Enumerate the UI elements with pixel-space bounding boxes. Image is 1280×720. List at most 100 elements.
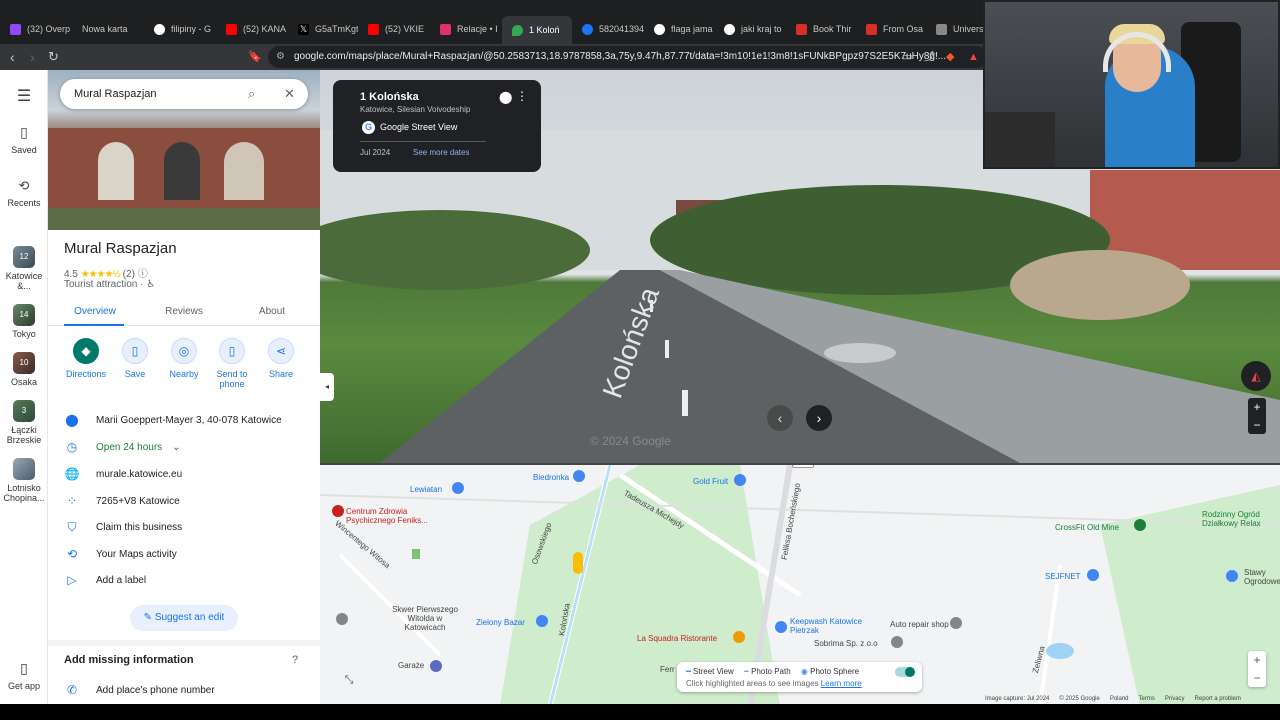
hospital-pin-icon[interactable] <box>332 505 344 517</box>
map-label[interactable]: SEJFNET <box>1045 572 1081 581</box>
browser-tab[interactable]: Book Thir <box>786 18 856 40</box>
street-view-toggle[interactable] <box>895 667 915 677</box>
reload-icon[interactable]: ↻ <box>48 48 59 66</box>
site-settings-icon[interactable]: ⚙ <box>276 46 285 68</box>
recent-place-osaka[interactable]: 10 Osaka <box>0 352 48 387</box>
browser-tab[interactable]: flaga jama <box>644 18 714 40</box>
gym-pin-icon[interactable] <box>1134 519 1146 531</box>
map-label[interactable]: Keepwash Katowice Pietrzak <box>790 617 870 635</box>
tab-about[interactable]: About <box>227 306 317 317</box>
chevron-down-icon[interactable]: ⌄ <box>172 442 180 453</box>
map-label[interactable]: Centrum Zdrowia Psychicznego Feniks... <box>346 507 441 525</box>
map-label[interactable]: Gold Fruit <box>693 477 728 486</box>
search-input[interactable]: Mural Raspazjan ⌕ ✕ <box>60 79 308 109</box>
map-zoom-control[interactable]: + − <box>1248 651 1266 687</box>
browser-tab[interactable]: 582041394 <box>572 18 644 40</box>
add-label-row[interactable]: ▷ Add a label <box>48 567 320 593</box>
browser-tab[interactable]: (32) Overp <box>0 18 72 40</box>
browser-tab[interactable]: filipiny - G <box>144 18 216 40</box>
carwash-pin-icon[interactable] <box>775 621 787 633</box>
next-image-button[interactable]: › <box>806 405 832 431</box>
zoom-out-icon[interactable]: − <box>1248 416 1266 434</box>
saved-button[interactable]: ▯ Saved <box>0 124 48 155</box>
collapse-panel-button[interactable]: ◂ <box>320 373 334 401</box>
share-button[interactable]: ⋖ Share <box>257 338 305 379</box>
business-pin-icon[interactable] <box>1226 570 1238 582</box>
map-label[interactable]: Zielony Bazar <box>476 618 525 627</box>
business-pin-icon[interactable] <box>950 617 962 629</box>
directions-button[interactable]: ◆ Directions <box>62 338 110 379</box>
expand-map-icon[interactable]: ⤡ <box>340 671 358 689</box>
send-to-phone-button[interactable]: ▯ Send to phone <box>208 338 256 389</box>
place-rating[interactable]: 4.5 ★★★★½ (2) ⓘ <box>64 265 148 280</box>
close-icon[interactable]: ✕ <box>284 79 295 109</box>
see-more-dates-link[interactable]: See more dates <box>413 148 469 157</box>
map-label[interactable]: CrossFit Old Mine <box>1055 523 1119 532</box>
url-input[interactable]: ⚙ google.com/maps/place/Mural+Raspazjan/… <box>268 46 988 68</box>
browser-tab[interactable]: (52) VKIE <box>358 18 430 40</box>
previous-image-button[interactable]: ‹ <box>767 405 793 431</box>
nearby-button[interactable]: ◎ Nearby <box>160 338 208 379</box>
browser-tab-active[interactable]: 1 Koloń✕ <box>502 16 572 44</box>
browser-tab[interactable]: jaki kraj to <box>714 18 786 40</box>
hours-row[interactable]: ◷ Open 24 hours ⌄ <box>48 434 320 460</box>
forward-icon[interactable]: › <box>30 48 35 66</box>
recents-button[interactable]: ⟲ Recents <box>0 178 48 208</box>
pegman-icon[interactable] <box>573 552 583 574</box>
map-label[interactable]: La Squadra Ristorante <box>637 634 717 643</box>
restaurant-pin-icon[interactable] <box>733 631 745 643</box>
recent-place-lotnisko[interactable]: Lotnisko Chopina... <box>0 458 48 503</box>
map-label[interactable]: Garaże <box>398 661 424 670</box>
map-label[interactable]: Sobrima Sp. z o.o <box>814 639 878 648</box>
bookmark-icon[interactable]: 🔖 <box>248 48 262 66</box>
browser-tab[interactable]: (52) KANA <box>216 18 288 40</box>
get-app-button[interactable]: ▯ Get app <box>0 660 48 691</box>
recent-place-katowice[interactable]: 12 Katowice &... <box>0 246 48 291</box>
resize-handle[interactable] <box>792 465 814 468</box>
brave-shield-icon[interactable]: ◆ <box>946 48 954 66</box>
shop-pin-icon[interactable] <box>452 482 464 494</box>
shop-pin-icon[interactable] <box>573 470 585 482</box>
tab-overview[interactable]: Overview <box>50 306 140 317</box>
plus-code-row[interactable]: ⁘ 7265+V8 Katowice <box>48 488 320 514</box>
more-options-icon[interactable]: ⋮ <box>516 89 528 103</box>
add-phone-row[interactable]: ✆ Add place's phone number <box>48 677 320 703</box>
browser-tab[interactable]: 𝕏 G5aTmKgt <box>288 18 358 40</box>
map-label[interactable]: Lewiatan <box>410 485 442 494</box>
learn-more-link[interactable]: Learn more <box>821 679 862 688</box>
cursor-target-marker[interactable] <box>824 343 896 363</box>
claim-business-row[interactable]: ⛉ Claim this business <box>48 514 320 540</box>
map-label[interactable]: Rodzinny Ogród Działkowy Relax <box>1202 510 1280 528</box>
business-pin-icon[interactable] <box>336 613 348 625</box>
zoom-in-icon[interactable]: + <box>1248 398 1266 416</box>
browser-tab[interactable]: Nowa karta <box>72 18 144 40</box>
business-pin-icon[interactable] <box>1087 569 1099 581</box>
suggest-edit-button[interactable]: ✎ Suggest an edit <box>130 605 238 631</box>
map-label[interactable]: Auto repair shop <box>890 620 949 629</box>
address-row[interactable]: ⬤ Marii Goeppert-Mayer 3, 40-078 Katowic… <box>48 407 320 433</box>
help-icon[interactable]: ? <box>292 654 298 666</box>
recent-place-tokyo[interactable]: 14 Tokyo <box>0 304 48 339</box>
map-label[interactable]: Biedronka <box>533 473 569 482</box>
share-page-icon[interactable]: ⤴ <box>924 48 935 66</box>
zoom-in-icon[interactable]: + <box>1248 651 1266 669</box>
menu-icon[interactable]: ☰ <box>0 86 48 106</box>
search-icon[interactable]: ⌕ <box>248 79 255 109</box>
browser-tab[interactable]: Relacje • I <box>430 18 500 40</box>
browser-tab[interactable]: From Osa <box>856 18 926 40</box>
rewards-icon[interactable]: ▲ <box>968 48 979 66</box>
zoom-out-icon[interactable]: − <box>1248 669 1266 687</box>
website-row[interactable]: 🌐 murale.katowice.eu <box>48 461 320 487</box>
cast-icon[interactable]: ▭ <box>902 48 912 66</box>
compass-icon[interactable]: ◭ <box>1241 361 1271 391</box>
shop-pin-icon[interactable] <box>734 474 746 486</box>
recent-place-laczki[interactable]: 3 Łączki Brzeskie <box>0 400 48 445</box>
maps-activity-row[interactable]: ⟲ Your Maps activity <box>48 541 320 567</box>
streetview-zoom-control[interactable]: + − <box>1248 398 1266 434</box>
save-button[interactable]: ▯ Save <box>111 338 159 379</box>
location-pin-icon[interactable]: ⬤ <box>499 90 512 104</box>
tab-reviews[interactable]: Reviews <box>139 306 229 317</box>
business-pin-icon[interactable] <box>891 636 903 648</box>
shop-pin-icon[interactable] <box>536 615 548 627</box>
back-icon[interactable]: ‹ <box>10 48 15 66</box>
